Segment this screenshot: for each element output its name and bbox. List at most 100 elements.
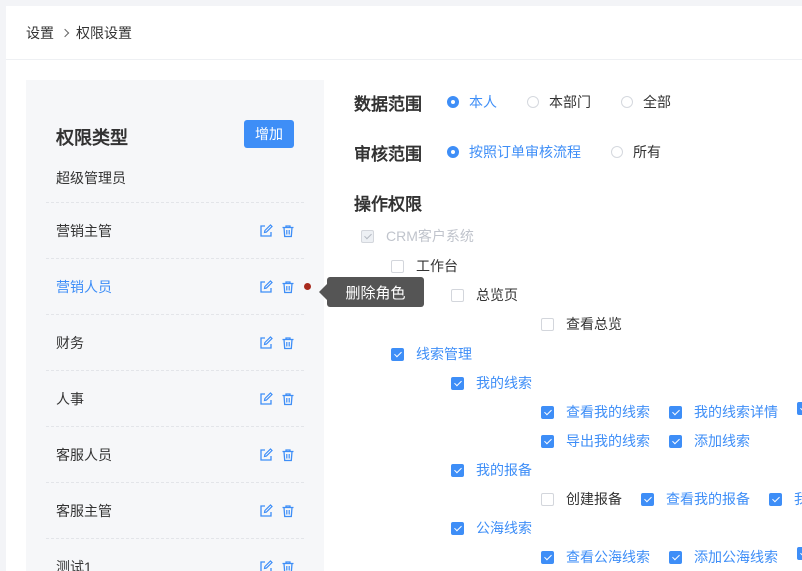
checkbox-checked-icon[interactable]: [669, 405, 682, 419]
radio-unchecked-icon[interactable]: [527, 96, 539, 108]
review-scope-radio-group: 按照订单审核流程 所有: [447, 142, 691, 162]
add-role-button[interactable]: 增加: [244, 120, 294, 148]
checkbox-disabled-icon: [361, 229, 374, 243]
checkbox-checked-icon[interactable]: [669, 434, 682, 448]
trash-icon[interactable]: [281, 280, 295, 294]
permission-checkbox[interactable]: 我的线索: [451, 373, 532, 393]
permission-checkbox[interactable]: 导出我的线索: [541, 431, 650, 451]
permission-checkbox[interactable]: 查看总览: [541, 314, 622, 334]
breadcrumb-permission-settings: 权限设置: [76, 25, 132, 41]
permission-checkbox[interactable]: 添加线索: [669, 431, 750, 451]
checkbox-checked-icon[interactable]: [669, 550, 682, 564]
permission-label: 线索管理: [416, 346, 472, 362]
edit-icon[interactable]: [259, 391, 273, 406]
checkbox-unchecked-icon[interactable]: [541, 492, 554, 506]
permission-checkbox[interactable]: 总览页: [451, 285, 518, 305]
permission-label: 工作台: [416, 258, 458, 274]
breadcrumb-settings[interactable]: 设置: [26, 23, 54, 43]
radio-label: 本人: [469, 94, 497, 110]
checkbox-checked-icon[interactable]: [451, 376, 464, 390]
data-scope-option[interactable]: 本部门: [527, 92, 591, 112]
checkbox-checked-icon[interactable]: [541, 434, 554, 448]
role-item[interactable]: 人事: [46, 371, 304, 427]
checkbox-checked-icon[interactable]: [797, 402, 802, 415]
role-actions: [259, 335, 295, 350]
role-item[interactable]: 超级管理员: [46, 154, 304, 203]
checkbox-unchecked-icon[interactable]: [391, 259, 404, 273]
permission-label: 我的线索详情: [694, 404, 778, 420]
radio-unchecked-icon[interactable]: [611, 146, 623, 158]
radio-unchecked-icon[interactable]: [621, 96, 633, 108]
role-actions: [259, 279, 311, 294]
trash-icon[interactable]: [281, 224, 295, 238]
checkbox-checked-icon[interactable]: [541, 405, 554, 419]
edit-icon[interactable]: [259, 335, 273, 350]
permission-checkbox[interactable]: 我的线索详情: [669, 402, 778, 422]
permission-label: 添加公海线索: [694, 549, 778, 565]
permission-checkbox[interactable]: 我的: [769, 489, 802, 509]
permission-checkbox[interactable]: 查看公海线索: [541, 547, 650, 567]
role-name: 客服主管: [56, 502, 112, 519]
role-name: 客服人员: [56, 446, 112, 463]
chevron-right-icon: [60, 28, 70, 38]
permission-checkbox[interactable]: 查看我的报备: [641, 489, 750, 509]
breadcrumb: 设置 权限设置: [26, 23, 132, 43]
role-panel-title: 权限类型: [56, 128, 128, 148]
role-name: 营销主管: [56, 222, 112, 239]
trash-icon[interactable]: [281, 448, 295, 462]
checkbox-checked-icon[interactable]: [541, 550, 554, 564]
checkbox-checked-icon[interactable]: [391, 347, 404, 361]
data-scope-radio-group: 本人 本部门 全部: [447, 92, 701, 112]
radio-label: 按照订单审核流程: [469, 144, 581, 160]
role-item[interactable]: 营销人员: [46, 259, 311, 315]
settings-card: 设置 权限设置 权限类型 增加 超级管理员营销主管营销人员 财务人事客服人员客服主…: [6, 6, 802, 571]
review-scope-option[interactable]: 按照订单审核流程: [447, 142, 581, 162]
role-panel: 权限类型 增加 超级管理员营销主管营销人员 财务人事客服人员客服主管测试1: [26, 80, 324, 571]
data-scope-option[interactable]: 全部: [621, 92, 671, 112]
permission-label: 公海线索: [476, 520, 532, 536]
trash-icon[interactable]: [281, 504, 295, 518]
checkbox-checked-icon[interactable]: [451, 463, 464, 477]
permission-label: 创建报备: [566, 491, 622, 507]
edit-icon[interactable]: [259, 559, 273, 571]
permission-checkbox[interactable]: 线索管理: [391, 344, 472, 364]
permission-label: 添加线索: [694, 433, 750, 449]
permission-checkbox[interactable]: 公海线索: [451, 518, 532, 538]
role-item[interactable]: 测试1: [46, 539, 304, 571]
permission-checkbox[interactable]: 查看我的线索: [541, 402, 650, 422]
role-actions: [259, 223, 295, 238]
checkbox-checked-icon[interactable]: [451, 521, 464, 535]
trash-icon[interactable]: [281, 560, 295, 571]
radio-label: 全部: [643, 94, 671, 110]
role-name: 人事: [56, 390, 84, 407]
edit-icon[interactable]: [259, 279, 273, 294]
checkbox-checked-icon[interactable]: [641, 492, 654, 506]
permission-checkbox[interactable]: [797, 547, 802, 560]
permission-checkbox[interactable]: 工作台: [391, 256, 458, 276]
trash-icon[interactable]: [281, 336, 295, 350]
role-item[interactable]: 客服主管: [46, 483, 304, 539]
permission-label: 查看我的报备: [666, 491, 750, 507]
role-item[interactable]: 客服人员: [46, 427, 304, 483]
role-name: 测试1: [56, 558, 92, 571]
checkbox-unchecked-icon[interactable]: [451, 288, 464, 302]
radio-label: 本部门: [549, 94, 591, 110]
permission-checkbox[interactable]: [797, 402, 802, 415]
data-scope-option[interactable]: 本人: [447, 92, 497, 112]
edit-icon[interactable]: [259, 503, 273, 518]
permission-checkbox[interactable]: 添加公海线索: [669, 547, 778, 567]
role-item[interactable]: 财务: [46, 315, 304, 371]
edit-icon[interactable]: [259, 223, 273, 238]
checkbox-checked-icon[interactable]: [797, 547, 802, 560]
permission-checkbox[interactable]: 创建报备: [541, 489, 622, 509]
checkbox-unchecked-icon[interactable]: [541, 317, 554, 331]
radio-checked-icon[interactable]: [447, 96, 459, 108]
trash-icon[interactable]: [281, 392, 295, 406]
role-item[interactable]: 营销主管: [46, 203, 304, 259]
permission-checkbox[interactable]: 我的报备: [451, 460, 532, 480]
permission-label: 导出我的线索: [566, 433, 650, 449]
edit-icon[interactable]: [259, 447, 273, 462]
radio-checked-icon[interactable]: [447, 146, 459, 158]
checkbox-checked-icon[interactable]: [769, 492, 782, 506]
review-scope-option[interactable]: 所有: [611, 142, 661, 162]
